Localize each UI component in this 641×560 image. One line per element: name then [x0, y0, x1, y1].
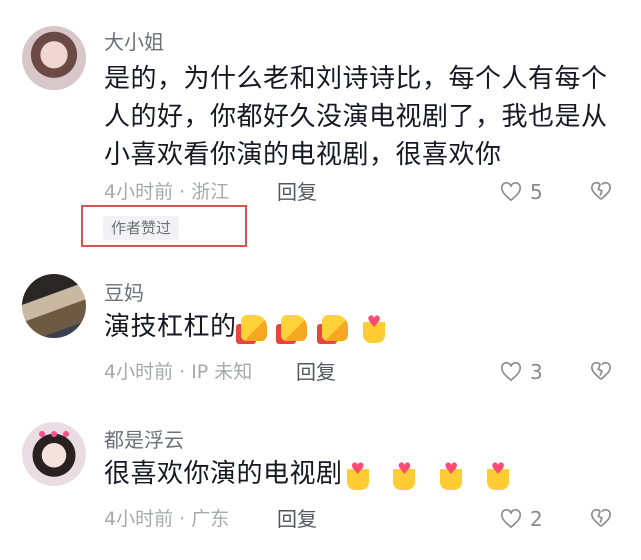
finger-heart-emoji-icon	[393, 450, 416, 490]
avatar[interactable]	[22, 274, 86, 338]
author-liked-badge: 作者赞过	[103, 216, 180, 240]
comment-username[interactable]: 都是浮云	[104, 428, 184, 452]
broken-heart-icon[interactable]	[590, 360, 612, 382]
comment-text: 是的，为什么老和刘诗诗比，每个人有每个人的好，你都好久没演电视剧了，我也是从小喜…	[104, 64, 608, 170]
like-count: 3	[530, 360, 543, 384]
avatar[interactable]	[22, 422, 86, 486]
like-count: 5	[530, 180, 543, 204]
comment-meta: 4小时前 · IP 未知	[104, 361, 253, 383]
like-button[interactable]: 3	[500, 360, 543, 384]
comment-username[interactable]: 豆妈	[104, 281, 144, 305]
broken-heart-icon[interactable]	[590, 180, 612, 202]
reply-button[interactable]: 回复	[277, 507, 317, 531]
finger-heart-emoji-icon	[362, 303, 385, 343]
thumbs-up-emoji-icon	[240, 315, 267, 341]
emoji-group	[240, 303, 401, 347]
comment-text-body: 很喜欢你演的电视剧	[104, 459, 343, 489]
like-button[interactable]: 5	[500, 180, 543, 204]
comment-text-body: 演技杠杠的	[104, 312, 237, 342]
heart-outline-icon	[501, 182, 521, 202]
like-button[interactable]: 2	[500, 507, 543, 531]
comment-username[interactable]: 大小姐	[104, 30, 164, 54]
comment-text: 很喜欢你演的电视剧	[104, 450, 624, 494]
broken-heart-icon[interactable]	[590, 507, 612, 529]
comment-meta: 4小时前 · 广东	[104, 508, 230, 530]
reply-button[interactable]: 回复	[277, 180, 317, 204]
thumbs-up-emoji-icon	[281, 315, 308, 341]
comment-text: 演技杠杠的	[104, 303, 624, 347]
comment-meta: 4小时前 · 浙江	[104, 181, 230, 203]
heart-outline-icon	[501, 509, 521, 529]
thumbs-up-emoji-icon	[322, 315, 349, 341]
heart-outline-icon	[501, 362, 521, 382]
avatar[interactable]	[22, 26, 86, 90]
emoji-group	[346, 450, 525, 494]
finger-heart-emoji-icon	[486, 450, 509, 490]
like-count: 2	[530, 507, 543, 531]
reply-button[interactable]: 回复	[296, 360, 336, 384]
finger-heart-emoji-icon	[346, 450, 369, 490]
finger-heart-emoji-icon	[440, 450, 463, 490]
